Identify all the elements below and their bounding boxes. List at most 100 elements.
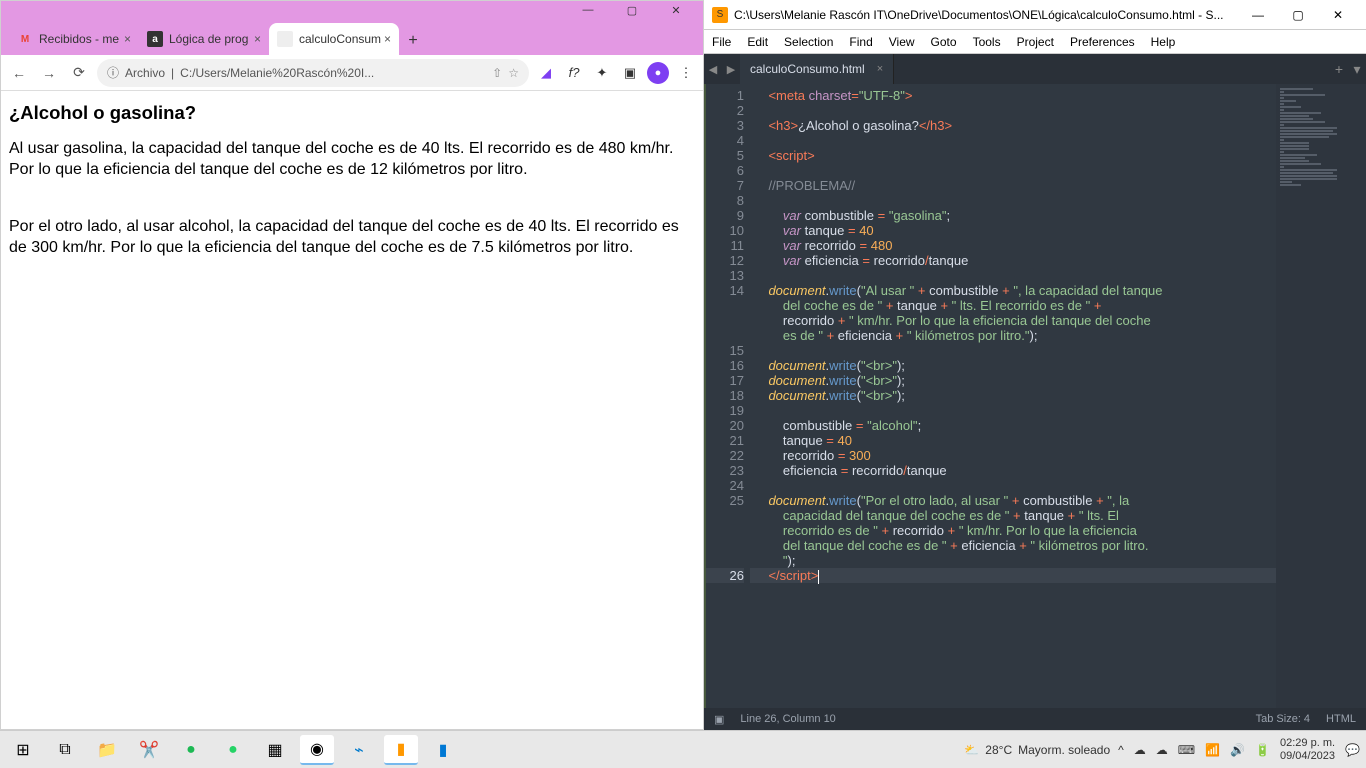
page-content: ¿Alcohol o gasolina? Al usar gasolina, l…	[1, 91, 703, 285]
maximize-button[interactable]: ▢	[1278, 8, 1318, 22]
close-button[interactable]: ✕	[1318, 8, 1358, 22]
battery-icon[interactable]: 🔋	[1255, 743, 1270, 757]
onedrive2-icon[interactable]: ☁	[1156, 743, 1168, 757]
app-icon[interactable]: ▦	[258, 735, 292, 765]
sublime-window: S C:\Users\Melanie Rascón IT\OneDrive\Do…	[704, 0, 1366, 730]
sublime-tabbar: ◀ ▶ calculoConsumo.html × + ▾	[704, 54, 1366, 84]
language-icon[interactable]: ⌨	[1178, 743, 1195, 757]
tab-title: Lógica de prog	[169, 32, 248, 46]
editor-tab[interactable]: calculoConsumo.html ×	[740, 54, 894, 84]
chrome-window: — ▢ ✕ M Recibidos - me × a Lógica de pro…	[0, 0, 704, 730]
menu-view[interactable]: View	[889, 35, 915, 49]
weather-temp: 28°C	[985, 743, 1012, 757]
menu-file[interactable]: File	[712, 35, 731, 49]
file-icon	[277, 31, 293, 47]
minimize-button[interactable]: —	[1238, 8, 1278, 22]
onedrive-icon[interactable]: ☁	[1134, 743, 1146, 757]
page-paragraph: Al usar gasolina, la capacidad del tanqu…	[9, 139, 695, 181]
sublime-taskbar-icon[interactable]: ▮	[384, 735, 418, 765]
ext-color-icon[interactable]: ◢	[535, 62, 557, 84]
clock-date: 09/04/2023	[1280, 750, 1335, 763]
back-button[interactable]: ←	[7, 61, 31, 85]
forward-button[interactable]: →	[37, 61, 61, 85]
status-syntax[interactable]: HTML	[1326, 713, 1356, 725]
maximize-button[interactable]: ▢	[625, 4, 639, 17]
system-tray: ^ ☁ ☁ ⌨ 📶 🔊 🔋 02:29 p. m. 09/04/2023 💬	[1118, 737, 1360, 763]
whatsapp-icon[interactable]: ●	[216, 735, 250, 765]
tab-filename: calculoConsumo.html	[750, 62, 865, 76]
clock[interactable]: 02:29 p. m. 09/04/2023	[1280, 737, 1335, 763]
page-paragraph: Por el otro lado, al usar alcohol, la ca…	[9, 217, 695, 259]
page-heading: ¿Alcohol o gasolina?	[9, 101, 695, 125]
close-icon[interactable]: ×	[877, 63, 883, 75]
chrome-titlebar: — ▢ ✕	[1, 1, 703, 19]
close-icon[interactable]: ×	[384, 32, 391, 46]
taskview-icon[interactable]: ⧉	[48, 735, 82, 765]
chrome-tab-strip: M Recibidos - me × a Lógica de prog × ca…	[1, 19, 703, 55]
weather-cond: Mayorm. soleado	[1018, 743, 1110, 757]
taskbar: ⊞ ⧉ 📁 ✂️ ● ● ▦ ◉ ⌁ ▮ ▮ ⛅ 28°C Mayorm. so…	[0, 730, 1366, 768]
chevron-up-icon[interactable]: ^	[1118, 743, 1124, 757]
window-title: C:\Users\Melanie Rascón IT\OneDrive\Docu…	[734, 8, 1238, 22]
start-button[interactable]: ⊞	[6, 735, 40, 765]
minimap[interactable]	[1276, 84, 1366, 708]
tab-calculo[interactable]: calculoConsum ×	[269, 23, 399, 55]
volume-icon[interactable]: 🔊	[1230, 743, 1245, 757]
status-bar: ▣ Line 26, Column 10 Tab Size: 4 HTML	[704, 708, 1366, 730]
close-icon[interactable]: ×	[124, 32, 131, 46]
close-icon[interactable]: ×	[254, 32, 261, 46]
url-prefix: Archivo	[125, 66, 165, 80]
notifications-icon[interactable]: 💬	[1345, 743, 1360, 757]
spotify-icon[interactable]: ●	[174, 735, 208, 765]
vscode-icon[interactable]: ⌁	[342, 735, 376, 765]
sidepanel-icon[interactable]: ▣	[619, 62, 641, 84]
new-tab-button[interactable]: +	[399, 27, 427, 55]
close-button[interactable]: ✕	[669, 4, 683, 17]
snip-icon[interactable]: ✂️	[132, 735, 166, 765]
reload-button[interactable]: ⟳	[67, 61, 91, 85]
extensions-icon[interactable]: ✦	[591, 62, 613, 84]
tab-title: Recibidos - me	[39, 32, 119, 46]
status-position[interactable]: Line 26, Column 10	[740, 713, 835, 725]
editor[interactable]: 1234567891011121314151617181920212223242…	[704, 84, 1366, 708]
app2-icon[interactable]: ▮	[426, 735, 460, 765]
tab-new-icon[interactable]: +	[1330, 61, 1348, 77]
sublime-menubar: File Edit Selection Find View Goto Tools…	[704, 30, 1366, 54]
menu-selection[interactable]: Selection	[784, 35, 833, 49]
minimize-button[interactable]: —	[581, 4, 595, 16]
menu-project[interactable]: Project	[1017, 35, 1054, 49]
share-icon[interactable]: ⇧	[492, 66, 502, 80]
menu-tools[interactable]: Tools	[973, 35, 1001, 49]
explorer-icon[interactable]: 📁	[90, 735, 124, 765]
chrome-toolbar: ← → ⟳ ⓘ Archivo | C:/Users/Melanie%20Ras…	[1, 55, 703, 91]
menu-edit[interactable]: Edit	[747, 35, 768, 49]
menu-preferences[interactable]: Preferences	[1070, 35, 1135, 49]
ext-f-icon[interactable]: f?	[563, 62, 585, 84]
code-area[interactable]: <meta charset="UTF-8"> <h3>¿Alcohol o ga…	[750, 84, 1276, 708]
info-icon: ⓘ	[107, 64, 119, 81]
address-bar[interactable]: ⓘ Archivo | C:/Users/Melanie%20Rascón%20…	[97, 59, 529, 87]
wifi-icon[interactable]: 📶	[1205, 743, 1220, 757]
url-text: C:/Users/Melanie%20Rascón%20I...	[180, 66, 486, 80]
tab-logica[interactable]: a Lógica de prog ×	[139, 23, 269, 55]
gutter: 1234567891011121314151617181920212223242…	[704, 84, 750, 708]
tab-next-icon[interactable]: ▶	[722, 63, 740, 76]
profile-icon[interactable]: ●	[647, 62, 669, 84]
clock-time: 02:29 p. m.	[1280, 737, 1335, 750]
chrome-icon[interactable]: ◉	[300, 735, 334, 765]
panel-switcher-icon[interactable]: ▣	[714, 713, 724, 726]
sublime-titlebar: S C:\Users\Melanie Rascón IT\OneDrive\Do…	[704, 0, 1366, 30]
menu-find[interactable]: Find	[849, 35, 872, 49]
tab-prev-icon[interactable]: ◀	[704, 63, 722, 76]
tab-dropdown-icon[interactable]: ▾	[1348, 61, 1366, 78]
gmail-icon: M	[17, 31, 33, 47]
alura-icon: a	[147, 31, 163, 47]
menu-goto[interactable]: Goto	[931, 35, 957, 49]
status-tabsize[interactable]: Tab Size: 4	[1256, 713, 1310, 725]
weather-widget[interactable]: ⛅ 28°C Mayorm. soleado	[964, 743, 1110, 757]
bookmark-icon[interactable]: ☆	[508, 66, 519, 80]
menu-icon[interactable]: ⋮	[675, 62, 697, 84]
sublime-icon: S	[712, 7, 728, 23]
tab-recibidos[interactable]: M Recibidos - me ×	[9, 23, 139, 55]
menu-help[interactable]: Help	[1151, 35, 1176, 49]
